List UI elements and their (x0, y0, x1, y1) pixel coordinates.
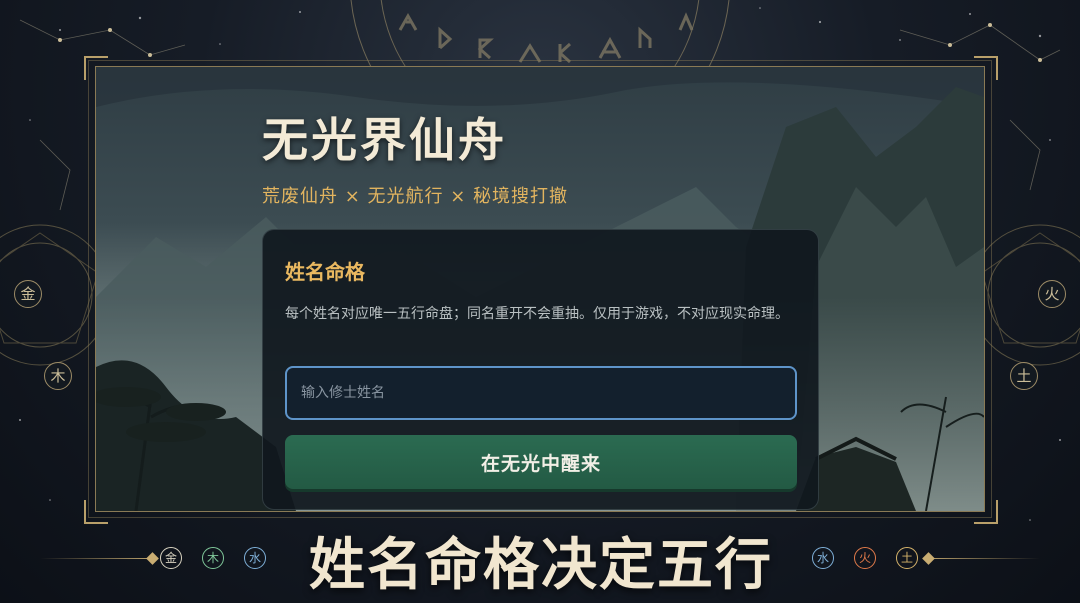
side-glyph-metal: 金 (14, 280, 42, 308)
frame-corner-ornament (84, 56, 108, 80)
element-badge-fire: 火 (854, 547, 876, 569)
frame-corner-ornament (84, 500, 108, 524)
banner-headline: 姓名命格决定五行 (309, 532, 773, 598)
element-badge-wood: 木 (202, 547, 224, 569)
element-badge-metal: 金 (160, 547, 182, 569)
card-title: 姓名命格 (285, 260, 365, 284)
app-tagline: 荒废仙舟 × 无光航行 × 秘境搜打撤 (262, 186, 569, 207)
app-title: 无光界仙舟 (262, 113, 507, 167)
element-badge-water: 水 (244, 547, 266, 569)
side-glyph-fire: 火 (1038, 280, 1066, 308)
element-badge-water-right: 水 (812, 547, 834, 569)
cultivator-name-input[interactable] (285, 366, 797, 420)
frame-corner-ornament (974, 500, 998, 524)
frame-corner-ornament (974, 56, 998, 80)
name-destiny-card: 姓名命格 每个姓名对应唯一五行命盘；同名重开不会重抽。仅用于游戏，不对应现实命理… (262, 229, 819, 510)
awaken-button[interactable]: 在无光中醒来 (285, 435, 797, 489)
element-badge-earth: 土 (896, 547, 918, 569)
card-description: 每个姓名对应唯一五行命盘；同名重开不会重抽。仅用于游戏，不对应现实命理。 (285, 306, 789, 322)
side-glyph-wood: 木 (44, 362, 72, 390)
banner-divider-left (40, 558, 150, 559)
side-glyph-earth: 土 (1010, 362, 1038, 390)
banner-divider-right (930, 558, 1040, 559)
